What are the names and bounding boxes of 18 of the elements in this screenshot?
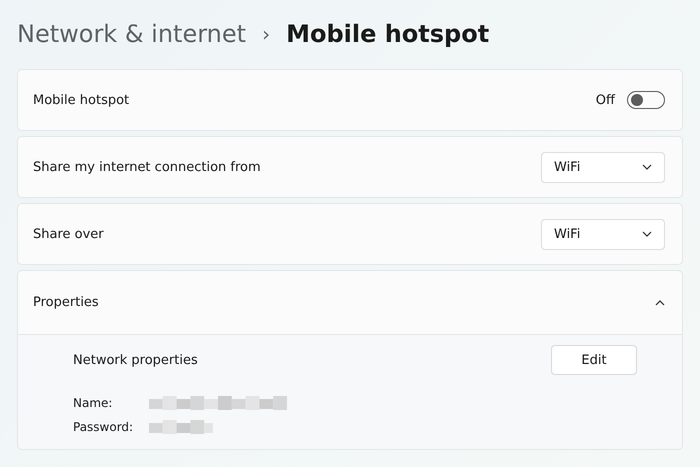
blurred-value-drawing bbox=[149, 420, 213, 434]
breadcrumb-parent[interactable]: Network & internet bbox=[17, 20, 246, 48]
setting-label: Share over bbox=[33, 226, 104, 242]
field-label: Password: bbox=[73, 420, 134, 434]
dropdown[interactable]: WiFi bbox=[541, 218, 665, 250]
chevron-icon bbox=[642, 164, 652, 170]
breadcrumb-separator: › bbox=[262, 22, 270, 46]
setting-label: Mobile hotspot bbox=[33, 92, 130, 108]
edit-button[interactable]: Edit bbox=[551, 345, 637, 375]
chevron-icon bbox=[642, 231, 652, 237]
field-label: Name: bbox=[73, 396, 114, 410]
toggle-state-text: Off bbox=[596, 92, 615, 108]
toggle-switch[interactable] bbox=[627, 91, 665, 109]
setting-label: Share my internet connection from bbox=[33, 160, 261, 174]
dropdown[interactable]: WiFi bbox=[541, 152, 665, 182]
page-title: Mobile hotspot bbox=[286, 20, 490, 48]
setting-label: Network properties bbox=[73, 352, 198, 368]
chevron-icon bbox=[655, 300, 665, 306]
